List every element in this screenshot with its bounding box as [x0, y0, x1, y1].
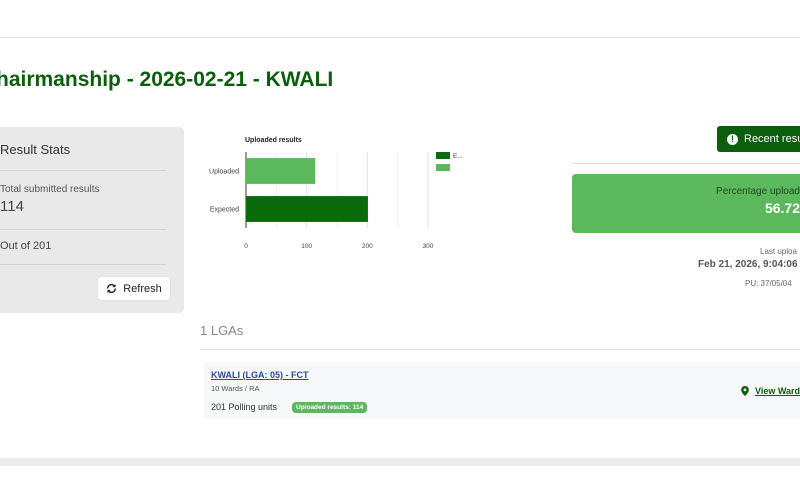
lga-name-link[interactable]: KWALI (LGA: 05) - FCT: [211, 370, 309, 380]
lga-wards: 10 Wards / RA: [211, 384, 260, 393]
divider: [0, 264, 166, 265]
last-upload-date: Feb 21, 2026, 9:04:06: [698, 259, 798, 270]
percentage-uploaded-card: Percentage upload 56.72: [572, 174, 800, 233]
refresh-button[interactable]: Refresh: [97, 276, 171, 301]
stats-title: Result Stats: [0, 142, 71, 157]
out-of-total: Out of 201: [0, 240, 52, 252]
page-title: hairmanship - 2026-02-21 - KWALI: [0, 68, 334, 91]
last-upload-pu: PU: 37/05/04: [745, 279, 792, 288]
lgas-heading: 1 LGAs: [200, 323, 244, 338]
info-icon: !: [727, 133, 738, 145]
x-tick-label: 300: [423, 243, 434, 250]
x-tick-label: 100: [301, 243, 312, 250]
view-wards-label: View Ward: [755, 386, 800, 396]
lga-polling-units: 201 Polling units: [211, 402, 278, 412]
recent-results-label: Recent resu: [744, 133, 800, 145]
total-submitted-label: Total submitted results: [0, 184, 100, 195]
percentage-value: 56.72: [764, 200, 800, 216]
legend-label: E...: [453, 153, 463, 160]
uploaded-results-chart: Uploaded results 0 100 200 300 Uploaded Expe…: [209, 137, 463, 250]
category-label: Expected: [210, 207, 239, 214]
divider: [0, 229, 166, 230]
uploaded-results-badge: Uploaded results: 114: [292, 402, 368, 413]
refresh-label: Refresh: [123, 282, 162, 295]
chart-title: Uploaded results: [245, 137, 302, 144]
divider: [573, 163, 800, 164]
view-wards-link[interactable]: View Ward: [741, 386, 800, 396]
legend-swatch: [436, 152, 450, 159]
lga-row: KWALI (LGA: 05) - FCT 10 Wards / RA 201 …: [204, 362, 800, 419]
refresh-icon: [107, 284, 117, 293]
x-tick-label: 200: [362, 243, 373, 250]
result-stats-card: Result Stats Total submitted results 114…: [0, 127, 184, 313]
header-divider: [0, 37, 800, 38]
bar: [246, 196, 368, 222]
map-pin-icon: [741, 386, 749, 396]
legend-swatch: [436, 164, 450, 171]
divider: [0, 170, 166, 171]
percentage-label: Percentage upload: [716, 186, 800, 197]
x-tick-label: 0: [244, 243, 248, 250]
recent-results-button[interactable]: ! Recent resu: [717, 126, 800, 152]
footer-band: [0, 458, 800, 466]
category-label: Uploaded: [209, 169, 239, 176]
bar: [246, 158, 316, 184]
total-submitted-value: 114: [0, 198, 24, 215]
last-upload-label: Last uploa: [760, 247, 797, 256]
divider: [200, 349, 800, 350]
